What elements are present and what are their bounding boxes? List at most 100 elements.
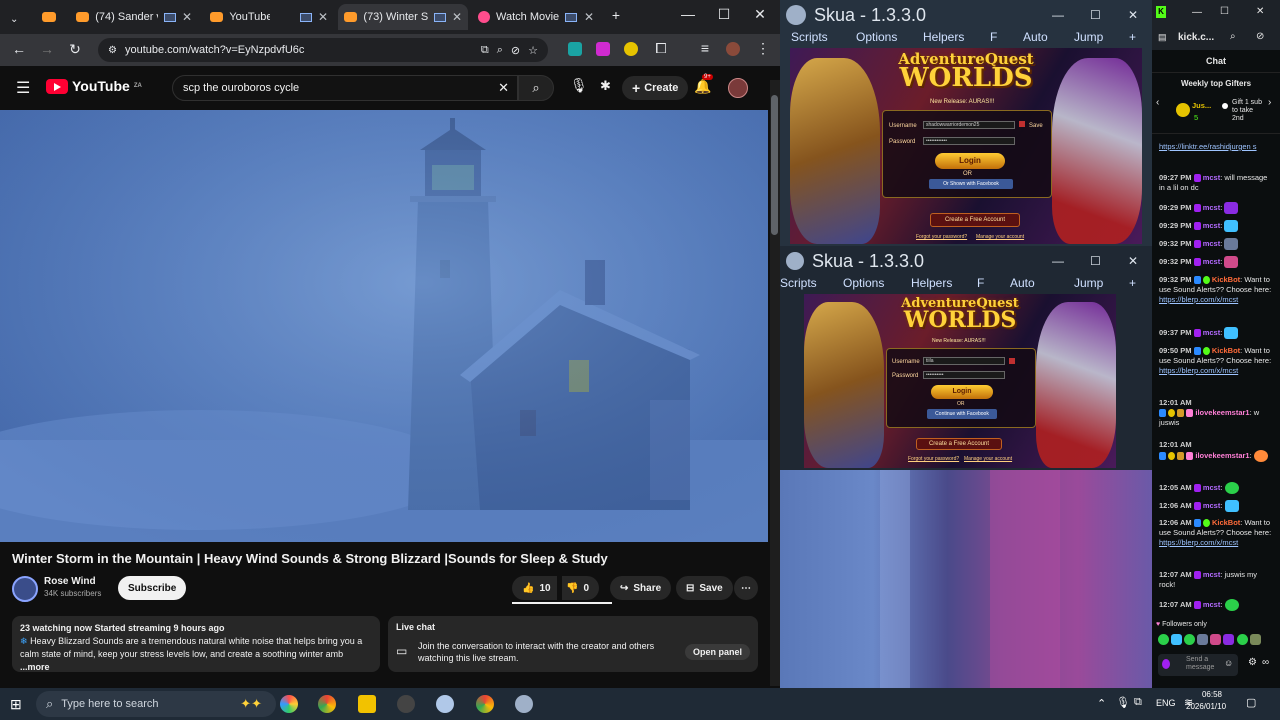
subscribe-button[interactable]: Subscribe	[118, 576, 187, 600]
message-user[interactable]: mcst	[1203, 221, 1221, 230]
dislike-button[interactable]: 👎 0	[562, 576, 600, 600]
extensions-puzzle-icon[interactable]: ⧠	[652, 40, 670, 57]
back-icon[interactable]: ←	[10, 41, 28, 57]
chrome-icon[interactable]	[476, 695, 494, 713]
menu-jump[interactable]: Jump	[1074, 276, 1103, 290]
search-icon[interactable]: ⌕	[518, 75, 554, 101]
search-input[interactable]: scp the ouroboros cycle ✕	[172, 75, 518, 101]
message-user[interactable]: KickBot	[1212, 275, 1240, 284]
aqw-game-view[interactable]: AdventureQuest WORLDS New Release: AURAS…	[790, 48, 1142, 244]
message-link[interactable]: https://blerp.com/x/mcst	[1159, 366, 1238, 375]
save-checkbox[interactable]	[1009, 358, 1015, 364]
video-description[interactable]: 23 watching now Started streaming 9 hour…	[12, 616, 380, 672]
message-user[interactable]: KickBot	[1212, 518, 1240, 527]
new-tab-button[interactable]: +	[606, 7, 626, 23]
media-control-icon[interactable]: ≡	[696, 40, 714, 56]
menu-options[interactable]: Options	[843, 276, 884, 290]
menu-scripts[interactable]: Scripts	[791, 30, 828, 44]
chevron-right-icon[interactable]: ›	[1268, 97, 1271, 108]
password-field[interactable]: ••••••••••••	[923, 137, 1015, 145]
language-indicator[interactable]: ENG	[1156, 698, 1176, 708]
emote-icon[interactable]	[1210, 634, 1222, 645]
chat-input[interactable]: Send a message ☺	[1158, 654, 1238, 676]
chat-settings-icon[interactable]: ⚙	[1248, 657, 1257, 668]
message-user[interactable]: KickBot	[1212, 346, 1240, 355]
message-user[interactable]: ilovekeemstar1	[1195, 408, 1249, 417]
more-actions-button[interactable]: ⋯	[734, 576, 758, 600]
site-info-icon[interactable]: ⚙	[108, 45, 117, 56]
youtube-logo[interactable]: YouTube ZA	[46, 78, 142, 94]
microphone-icon[interactable]: 🎙	[570, 77, 588, 94]
emoji-picker-icon[interactable]: ☺	[1224, 658, 1233, 668]
menu-helpers[interactable]: Helpers	[923, 30, 964, 44]
address-bar[interactable]: ⚙ youtube.com/watch?v=EyNzpdvfU6c ⧉ ⌕ ⊘ …	[98, 38, 548, 62]
minimize-icon[interactable]: —	[678, 6, 698, 22]
minimize-icon[interactable]: —	[1052, 254, 1064, 268]
message-link[interactable]: https://blerp.com/x/mcst	[1159, 538, 1238, 547]
tab-watch-movie[interactable]: Watch Movie ✕	[472, 4, 600, 30]
message-user[interactable]: mcst	[1203, 257, 1221, 266]
video-player[interactable]	[0, 110, 768, 542]
message-user[interactable]: mcst	[1203, 328, 1221, 337]
channel-avatar[interactable]	[12, 576, 38, 602]
facebook-login-button[interactable]: Continue with Facebook	[927, 409, 997, 419]
menu-auto[interactable]: Auto	[1010, 276, 1035, 290]
username-field[interactable]: shadowwarriordemon25	[923, 121, 1015, 129]
maximize-icon[interactable]: ☐	[1090, 8, 1101, 22]
create-account-button[interactable]: Create a Free Account	[916, 438, 1002, 450]
message-user[interactable]: mcst	[1203, 570, 1221, 579]
pinned-link[interactable]: https://linktr.ee/rashidjurgen s	[1159, 142, 1275, 152]
forgot-password-link[interactable]: Forgot your password?	[916, 234, 967, 240]
message-user[interactable]: mcst	[1203, 239, 1221, 248]
close-window-icon[interactable]: ✕	[1128, 8, 1138, 22]
kick-url[interactable]: kick.c...	[1178, 32, 1214, 43]
bookmark-star-icon[interactable]: ☆	[528, 44, 548, 57]
menu-f[interactable]: F	[990, 30, 997, 44]
taskbar-search-input[interactable]: ⌕ Type here to search ✦✦	[36, 691, 276, 717]
hamburger-icon[interactable]: ☰	[16, 78, 30, 98]
profile-avatar-icon[interactable]	[726, 42, 740, 56]
message-user[interactable]: mcst	[1203, 600, 1221, 609]
minimize-icon[interactable]: —	[1052, 8, 1064, 22]
notifications-bell-icon[interactable]: 🔔	[694, 78, 711, 95]
infinity-icon[interactable]: ∞	[1262, 657, 1269, 668]
manage-account-link[interactable]: Manage your account	[964, 456, 1012, 462]
close-tab-icon[interactable]: ✕	[452, 10, 468, 24]
message-link[interactable]: https://blerp.com/x/mcst	[1159, 295, 1238, 304]
message-user[interactable]: mcst	[1203, 173, 1221, 182]
maximize-icon[interactable]: ☐	[1220, 6, 1229, 17]
forward-icon[interactable]: →	[38, 41, 56, 57]
tab-winter-storm[interactable]: (73) Winter St ✕	[338, 4, 468, 30]
minimize-icon[interactable]: —	[1192, 7, 1202, 18]
save-button[interactable]: ⊟ Save	[676, 576, 733, 600]
chevron-left-icon[interactable]: ‹	[1156, 97, 1159, 108]
password-field[interactable]: ••••••••••	[923, 371, 1005, 379]
zoom-icon[interactable]: ⌕	[497, 44, 503, 57]
login-button[interactable]: Login	[931, 385, 993, 399]
facebook-login-button[interactable]: Or Shown with Facebook	[929, 179, 1013, 189]
save-checkbox[interactable]	[1019, 121, 1025, 127]
tab-pinned[interactable]	[36, 4, 58, 30]
scrollbar-thumb[interactable]	[771, 95, 778, 235]
copilot-icon[interactable]	[280, 695, 298, 713]
mix-icon[interactable]: ✱	[600, 78, 611, 94]
close-window-icon[interactable]: ✕	[1256, 6, 1264, 17]
close-tab-icon[interactable]: ✕	[584, 10, 600, 24]
close-window-icon[interactable]: ✕	[750, 6, 770, 23]
emote-icon[interactable]	[1249, 634, 1261, 645]
aqw-game-view[interactable]: AdventureQuest WORLDS New Release: AURAS…	[804, 294, 1116, 468]
tab-sander[interactable]: (74) Sander v ✕	[70, 4, 198, 30]
network-icon[interactable]: ⧉	[1134, 696, 1142, 709]
chrome-icon[interactable]	[318, 695, 336, 713]
zoom-icon[interactable]: ⌕	[1230, 31, 1236, 42]
like-button[interactable]: 👍 10	[512, 576, 557, 600]
notification-center-icon[interactable]: ▢	[1246, 696, 1256, 709]
close-tab-icon[interactable]: ✕	[182, 10, 198, 24]
clock-date[interactable]: 2026/01/10	[1186, 702, 1226, 711]
maximize-icon[interactable]: ☐	[1090, 254, 1101, 268]
menu-auto[interactable]: Auto	[1023, 30, 1048, 44]
clear-search-icon[interactable]: ✕	[498, 80, 509, 96]
avatar[interactable]	[728, 78, 748, 98]
clock-time[interactable]: 06:58	[1196, 690, 1228, 699]
message-user[interactable]: mcst	[1203, 501, 1221, 510]
